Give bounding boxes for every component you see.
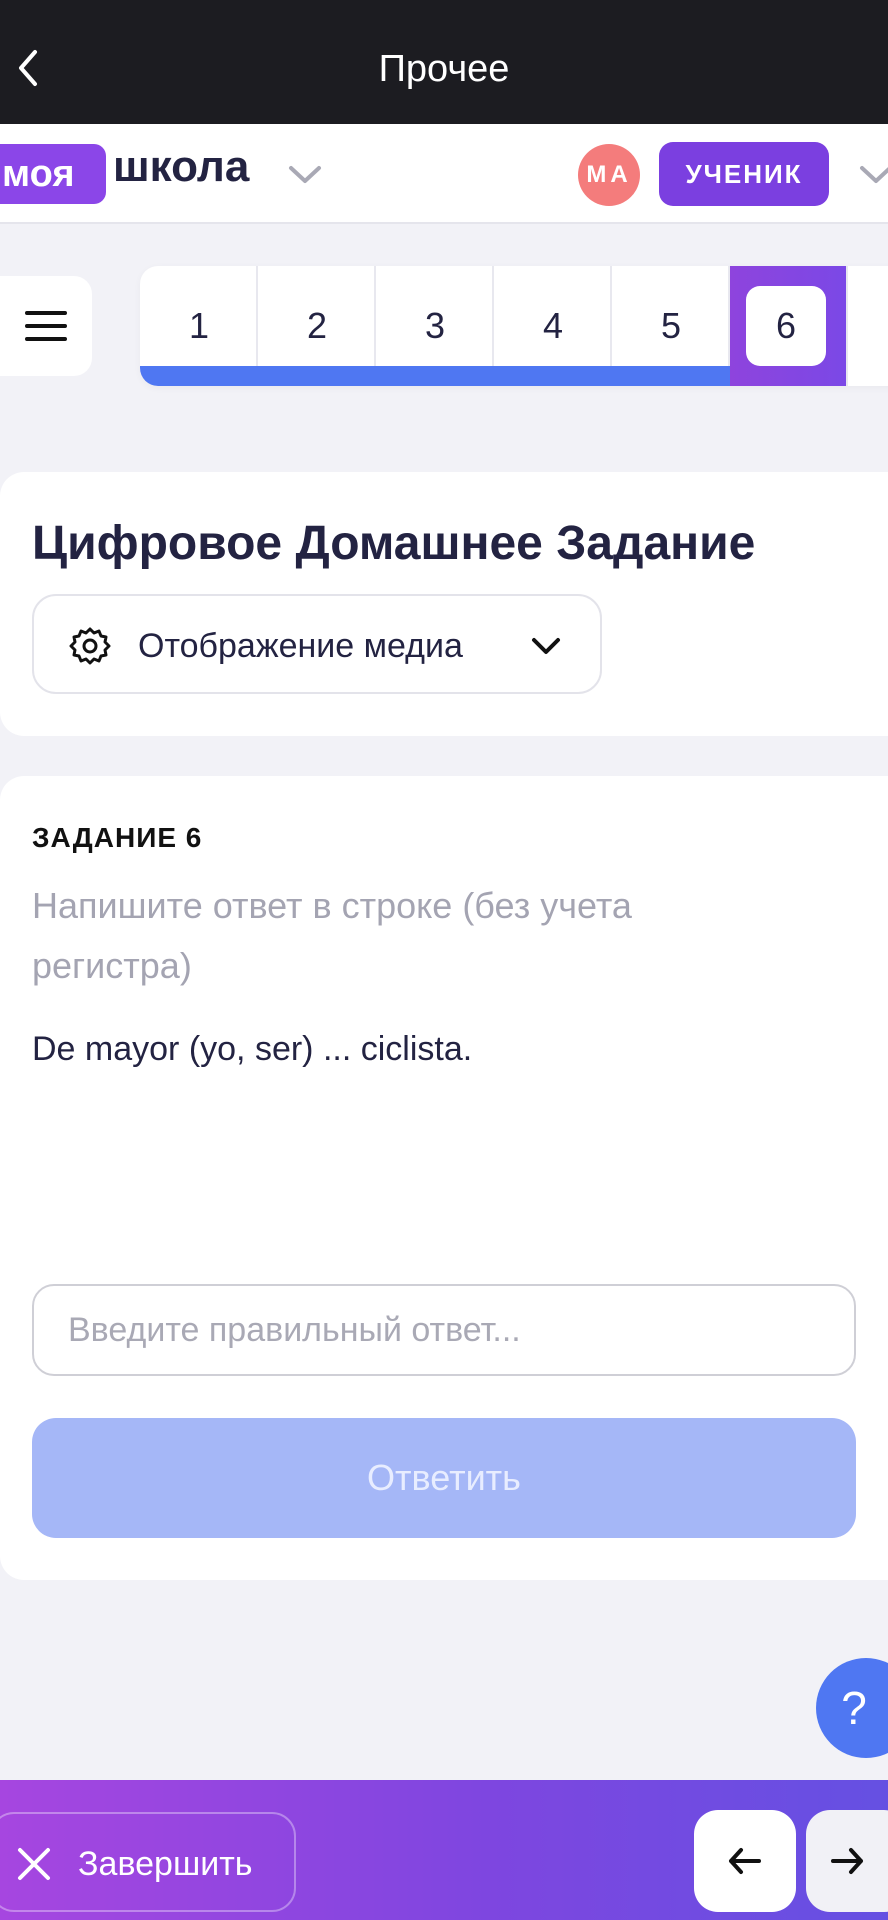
- task-tab-3[interactable]: 3: [376, 266, 494, 386]
- chevron-down-icon[interactable]: [856, 154, 888, 194]
- logo-badge[interactable]: моя: [0, 144, 106, 204]
- task-question: De mayor (yo, ser) ... ciclista.: [32, 1030, 473, 1068]
- top-navigation-bar: Прочее: [0, 0, 888, 124]
- task-instructions: Напишите ответ в строке (без учета регис…: [32, 885, 632, 986]
- submit-answer-button[interactable]: Ответить: [32, 1418, 856, 1538]
- task-navigator: 1 2 3 4 5 6: [140, 266, 888, 386]
- avatar[interactable]: МА: [578, 144, 640, 206]
- finish-label: Завершить: [78, 1845, 253, 1883]
- arrow-left-icon: [729, 1848, 761, 1874]
- screen-title: Прочее: [378, 48, 510, 90]
- help-button[interactable]: ?: [816, 1658, 888, 1758]
- app-header: моя школа МА УЧЕНИК: [0, 124, 888, 224]
- menu-button[interactable]: [0, 276, 92, 376]
- role-badge[interactable]: УЧЕНИК: [659, 142, 829, 206]
- hamburger-icon: [25, 311, 67, 341]
- task-progress-bar: [140, 366, 258, 386]
- task-tab-1[interactable]: 1: [140, 266, 258, 386]
- chevron-down-icon: [532, 638, 560, 654]
- task-progress-bar: [258, 366, 376, 386]
- logo-word[interactable]: школа: [113, 142, 249, 192]
- task-progress-bar: [494, 366, 612, 386]
- homework-title-card: Цифровое Домашнее Задание Отображение ме…: [0, 472, 888, 736]
- task-progress-bar: [376, 366, 494, 386]
- bottom-action-bar: Завершить: [0, 1780, 888, 1920]
- next-task-button[interactable]: [806, 1810, 888, 1912]
- media-display-dropdown[interactable]: Отображение медиа: [32, 594, 602, 694]
- task-tab-4[interactable]: 4: [494, 266, 612, 386]
- arrow-right-icon: [831, 1848, 863, 1874]
- gear-icon: [69, 627, 111, 665]
- task-heading: ЗАДАНИЕ 6: [32, 822, 203, 853]
- task-card: ЗАДАНИЕ 6 Напишите ответ в строке (без у…: [0, 776, 888, 1580]
- chevron-down-icon[interactable]: [285, 154, 325, 194]
- task-tab-5[interactable]: 5: [612, 266, 730, 386]
- media-display-label: Отображение медиа: [138, 627, 463, 665]
- task-progress-bar: [612, 366, 730, 386]
- previous-task-button[interactable]: [694, 1810, 796, 1912]
- close-icon: [18, 1848, 50, 1880]
- task-tab-2[interactable]: 2: [258, 266, 376, 386]
- answer-input[interactable]: [32, 1284, 856, 1376]
- finish-button[interactable]: Завершить: [0, 1812, 296, 1912]
- task-number: 6: [746, 286, 826, 366]
- task-tab-6-active[interactable]: 6: [730, 266, 848, 386]
- page-title: Цифровое Домашнее Задание: [32, 517, 756, 570]
